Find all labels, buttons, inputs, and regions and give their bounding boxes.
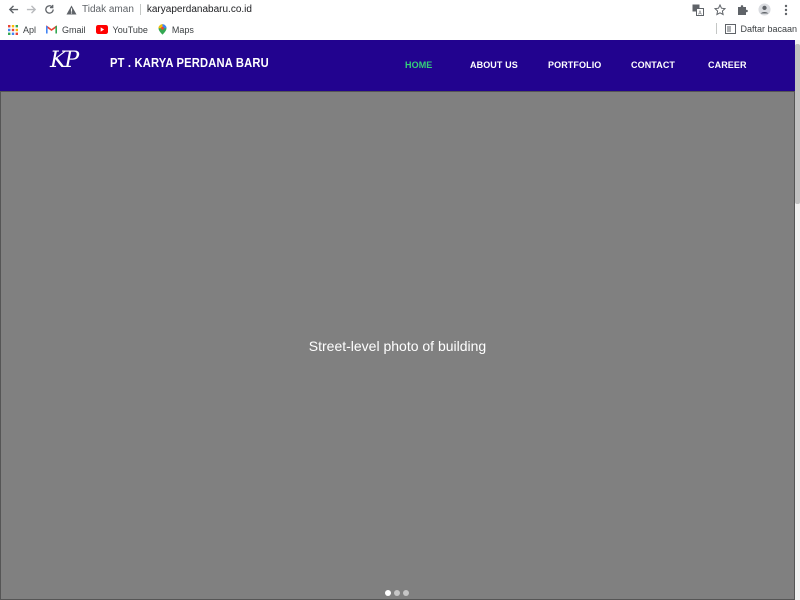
bookmark-youtube[interactable]: YouTube	[95, 24, 148, 35]
hero-image-label: Street-level photo of building	[308, 337, 487, 354]
slider-dot[interactable]	[403, 590, 409, 596]
back-icon[interactable]	[4, 1, 22, 19]
bookmark-label: Maps	[171, 24, 194, 35]
nav-portfolio[interactable]: PORTFOLIO	[548, 60, 601, 70]
url-text[interactable]: karyaperdanabaru.co.id	[147, 4, 252, 15]
menu-kebab-icon[interactable]	[778, 2, 794, 18]
security-status-label[interactable]: Tidak aman	[82, 4, 134, 15]
maps-pin-icon	[158, 24, 167, 35]
scrollbar-thumb[interactable]	[795, 44, 800, 204]
slider-pagination	[385, 590, 409, 596]
bookmark-label: Apl	[23, 24, 37, 35]
nav-contact[interactable]: CONTACT	[631, 60, 675, 70]
bookmark-label: YouTube	[112, 24, 148, 35]
slider-dot[interactable]	[385, 590, 391, 596]
address-bar[interactable]: Tidak aman karyaperdanabaru.co.id	[64, 1, 694, 18]
nav-home[interactable]: HOME	[405, 60, 432, 70]
warning-icon[interactable]	[64, 3, 78, 17]
profile-avatar-icon[interactable]	[756, 2, 772, 18]
forward-icon[interactable]	[22, 1, 40, 19]
bookmark-label: Gmail	[62, 24, 86, 35]
nav-about-us[interactable]: ABOUT US	[470, 60, 518, 70]
reading-list[interactable]: Daftar bacaan	[716, 23, 797, 34]
bookmark-maps[interactable]: Maps	[158, 24, 194, 35]
divider	[139, 4, 141, 15]
main-nav: HOME ABOUT US PORTFOLIO CONTACT CAREER	[0, 60, 795, 74]
reading-list-label: Daftar bacaan	[740, 23, 797, 34]
page-scrollbar[interactable]	[795, 40, 800, 600]
divider	[716, 23, 718, 34]
hero-image: Street-level photo of building	[0, 91, 795, 600]
translate-icon[interactable]: A	[690, 2, 706, 18]
reading-list-icon	[725, 23, 737, 34]
bookmarks-bar: Apl Gmail YouTube Maps Daftar bacaan	[0, 19, 800, 40]
browser-actions: A	[690, 1, 794, 18]
site-header: KP PT . KARYA PERDANA BARU HOME ABOUT US…	[0, 40, 795, 91]
nav-career[interactable]: CAREER	[708, 60, 747, 70]
bookmark-apps[interactable]: Apl	[8, 24, 37, 35]
extensions-puzzle-icon[interactable]	[734, 2, 750, 18]
reload-icon[interactable]	[40, 1, 58, 19]
youtube-icon	[95, 25, 108, 34]
svg-text:A: A	[698, 10, 702, 16]
browser-toolbar: Tidak aman karyaperdanabaru.co.id A	[0, 0, 800, 19]
slider-dot[interactable]	[394, 590, 400, 596]
bookmark-gmail[interactable]: Gmail	[46, 25, 86, 35]
bookmark-star-icon[interactable]	[712, 2, 728, 18]
apps-grid-icon	[8, 24, 18, 35]
gmail-icon	[46, 25, 58, 34]
browser-chrome: Tidak aman karyaperdanabaru.co.id A Apl …	[0, 0, 800, 40]
